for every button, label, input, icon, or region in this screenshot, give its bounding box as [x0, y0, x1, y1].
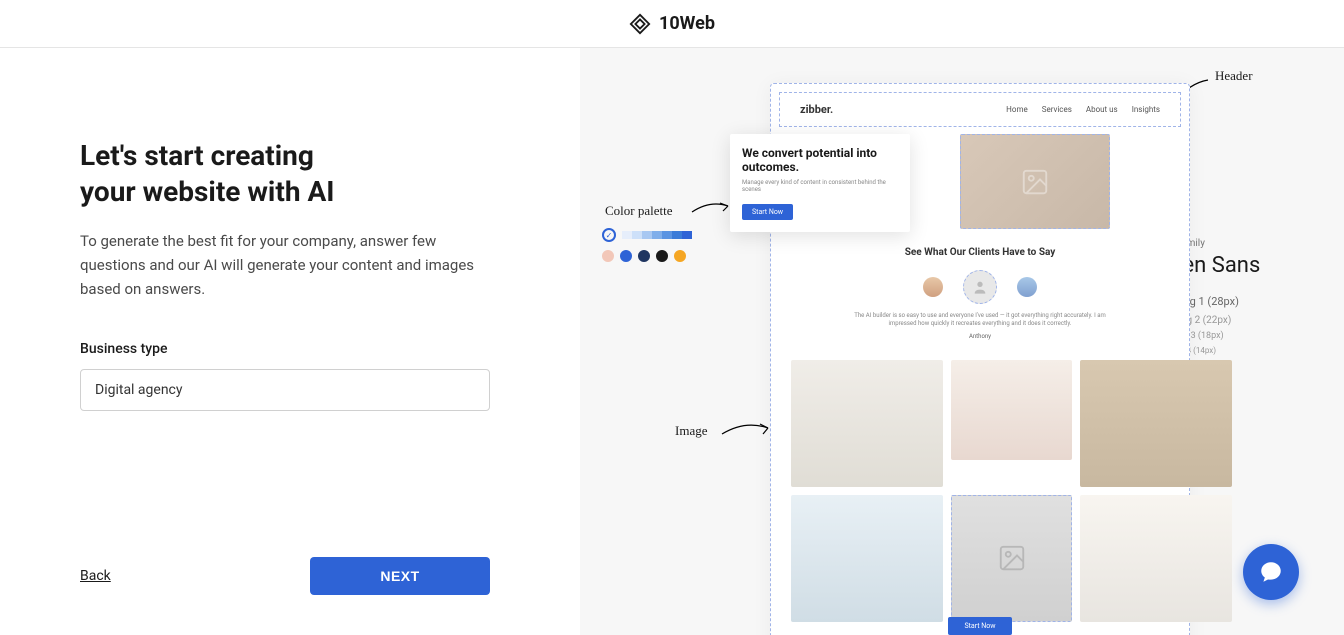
preview-hero-button: Start Now [742, 204, 793, 220]
page-subtitle: To generate the best fit for your compan… [80, 229, 500, 301]
preview-panel: Header Color palette ✓ [580, 48, 1344, 635]
preview-hero-sub: Manage every kind of content in consiste… [742, 179, 898, 193]
gallery-image-placeholder [951, 495, 1072, 622]
gallery-image [791, 495, 943, 622]
preview-clients-title: See What Our Clients Have to Say [799, 247, 1161, 258]
preview-clients-text: The AI builder is so easy to use and eve… [840, 312, 1120, 329]
main-content: Let's start creating your website with A… [0, 48, 1344, 635]
preview-hero-card: We convert potential into outcomes. Mana… [730, 134, 910, 232]
next-button[interactable]: NEXT [310, 557, 490, 595]
preview-header: zibber. Home Services About us Insights [779, 92, 1181, 127]
annotation-image: Image [675, 423, 707, 439]
logo-text: 10Web [659, 13, 715, 34]
chat-button[interactable] [1243, 544, 1299, 600]
palette-swatch [662, 231, 672, 239]
form-actions: Back NEXT [80, 557, 490, 595]
gallery-image [951, 360, 1072, 461]
logo-icon [629, 13, 651, 35]
title-line1: Let's start creating [80, 139, 314, 172]
business-type-value: Digital agency [95, 382, 183, 398]
preview-hero-image-placeholder [960, 134, 1110, 229]
preview-cta-button: Start Now [948, 617, 1011, 635]
form-panel: Let's start creating your website with A… [0, 48, 580, 635]
business-type-select[interactable]: Digital agency [80, 369, 490, 411]
preview-nav-item: About us [1086, 105, 1118, 114]
palette-swatch [642, 231, 652, 239]
annotation-header: Header [1215, 68, 1253, 84]
gallery-image [791, 360, 943, 487]
title-line2: your website with AI [80, 175, 334, 208]
app-header: 10Web [0, 0, 1344, 48]
business-type-label: Business type [80, 341, 530, 357]
preview-nav-item: Services [1042, 105, 1072, 114]
gallery-image [1080, 495, 1232, 622]
palette-check-icon: ✓ [602, 228, 616, 242]
palette-dot [638, 250, 650, 262]
palette-swatch [652, 231, 662, 239]
palette-dot [620, 250, 632, 262]
preview-nav: Home Services About us Insights [1006, 105, 1160, 114]
palette-dot [602, 250, 614, 262]
avatar-placeholder [963, 270, 997, 304]
page-title: Let's start creating your website with A… [80, 138, 530, 211]
annotation-color: Color palette [605, 203, 673, 219]
arrow-color [690, 198, 730, 222]
preview-nav-item: Home [1006, 105, 1028, 114]
avatar [923, 277, 943, 297]
preview-logo: zibber. [800, 103, 833, 116]
palette-dot [674, 250, 686, 262]
palette-dot [656, 250, 668, 262]
arrow-image [720, 418, 770, 447]
back-link[interactable]: Back [80, 568, 111, 584]
preview-clients: See What Our Clients Have to Say The AI … [779, 237, 1181, 350]
palette-swatch [672, 231, 682, 239]
gallery-image [1080, 360, 1232, 487]
preview-hero-title: We convert potential into outcomes. [742, 146, 898, 175]
palette-swatch [682, 231, 692, 239]
palette-swatch [622, 231, 632, 239]
color-palette: ✓ [602, 228, 692, 262]
palette-swatch [632, 231, 642, 239]
preview-clients-name: Anthony [799, 333, 1161, 340]
avatar [1017, 277, 1037, 297]
preview-nav-item: Insights [1132, 105, 1160, 114]
preview-gallery [771, 350, 1189, 606]
